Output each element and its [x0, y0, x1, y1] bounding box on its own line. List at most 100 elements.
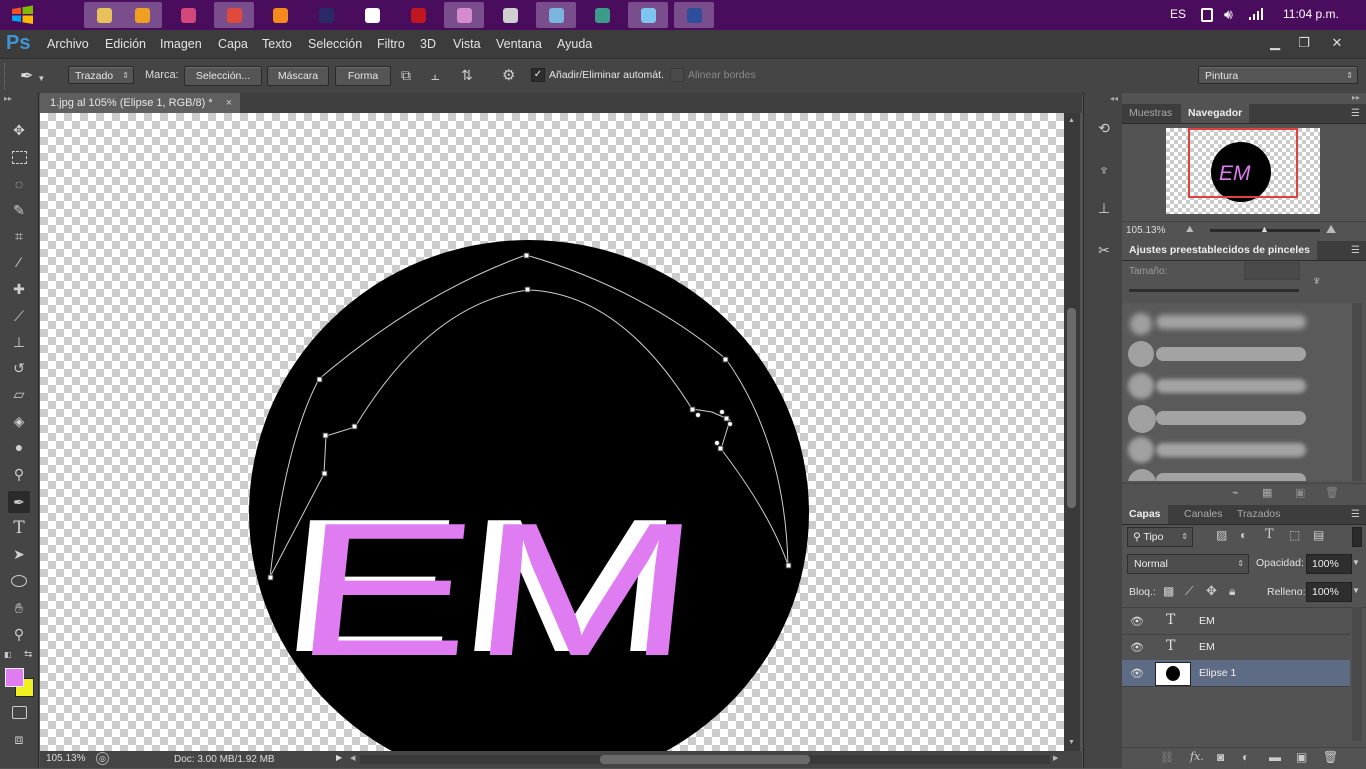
menu-archivo[interactable]: Archivo	[47, 37, 89, 51]
new-layer-icon[interactable]: ▣	[1296, 750, 1307, 764]
lock-transparency-icon[interactable]: ▩	[1163, 584, 1174, 598]
menu-capa[interactable]: Capa	[218, 37, 248, 51]
brain-app-icon[interactable]	[168, 2, 208, 28]
menu-seleccion[interactable]: Selección	[308, 37, 362, 51]
delete-layer-icon[interactable]: 🗑︎	[1323, 750, 1338, 764]
new-group-icon[interactable]: ▬	[1269, 750, 1281, 764]
tab-canales[interactable]: Canales	[1177, 505, 1230, 524]
tool-presets-panel-icon[interactable]: ✂︎	[1093, 239, 1115, 261]
chrome-icon[interactable]	[214, 2, 254, 28]
clone-source-panel-icon[interactable]: ⊥	[1093, 197, 1115, 219]
filter-adjustment-icon[interactable]: ◐	[1240, 528, 1247, 542]
notepad-icon[interactable]	[628, 2, 668, 28]
new-brush-icon[interactable]: ▣	[1295, 486, 1305, 499]
quick-selection-tool-icon[interactable]: ✎	[8, 199, 30, 221]
default-colors-icon[interactable]: ◧	[4, 650, 12, 659]
auto-add-checkbox[interactable]: ✓	[531, 68, 545, 82]
navigator-zoom-slider[interactable]: ▲	[1210, 224, 1320, 234]
brush-tool-icon[interactable]: ⟋	[8, 305, 30, 327]
arrow-app-icon[interactable]	[582, 2, 622, 28]
eraser-tool-icon[interactable]: ▱	[8, 383, 30, 405]
eye-icon[interactable]: 👁︎	[1130, 641, 1144, 654]
lock-all-icon[interactable]: 🔒︎	[1229, 584, 1235, 599]
workspace-select[interactable]: Pintura ⇕	[1198, 66, 1358, 84]
brush-preset-scrollbar[interactable]	[1352, 303, 1362, 481]
status-zoom[interactable]: 105.13%	[46, 753, 85, 764]
history-panel-icon[interactable]: ⟲	[1093, 117, 1115, 139]
dock-collapse-icon[interactable]: ◂◂	[1110, 94, 1118, 103]
close-tab-icon[interactable]: ×	[226, 93, 232, 113]
battery-icon[interactable]	[1201, 8, 1213, 22]
blend-mode-select[interactable]: Normal ⇕	[1127, 554, 1249, 574]
pen-tool-preset-icon[interactable]: ✒︎ ▼	[20, 66, 45, 86]
mask-button[interactable]: Máscara	[267, 66, 329, 86]
close-button[interactable]: ✕	[1320, 33, 1354, 53]
quick-mask-icon[interactable]	[8, 701, 30, 723]
keyboard-icon[interactable]	[536, 2, 576, 28]
opacity-dropdown-icon[interactable]: ▼	[1352, 558, 1360, 567]
menu-imagen[interactable]: Imagen	[160, 37, 202, 51]
music-app-icon[interactable]	[398, 2, 438, 28]
document-tab[interactable]: 1.jpg al 105% (Elipse 1, RGB/8) * ×	[40, 93, 240, 113]
layers-menu-icon[interactable]: ☰	[1351, 509, 1360, 520]
path-alignment-icon[interactable]: ⫠	[431, 67, 439, 84]
delete-brush-icon[interactable]: 🗑︎	[1325, 486, 1339, 499]
layer-row-elipse-1[interactable]: 👁︎ Elipse 1	[1122, 660, 1350, 687]
menu-ayuda[interactable]: Ayuda	[557, 37, 592, 51]
layers-scrollbar[interactable]	[1352, 607, 1362, 741]
layer-name[interactable]: EM	[1199, 641, 1215, 653]
paint-bucket-tool-icon[interactable]: ◈	[8, 410, 30, 432]
ellipse-tool-icon[interactable]	[8, 570, 30, 592]
shape-button[interactable]: Forma	[335, 66, 391, 86]
panels-collapse-icon[interactable]: ▸▸	[1352, 93, 1360, 102]
link-layers-icon[interactable]: ⛓︎	[1160, 751, 1174, 764]
layer-name[interactable]: EM	[1199, 615, 1215, 627]
paint-app-icon[interactable]	[444, 2, 484, 28]
tab-trazados[interactable]: Trazados	[1230, 505, 1287, 524]
signal-icon[interactable]	[1248, 8, 1264, 23]
volume-icon[interactable]: 🔊︎	[1224, 6, 1233, 23]
scroll-down-arrow[interactable]: ▼	[1068, 739, 1075, 746]
filter-smart-object-icon[interactable]: ▤	[1313, 528, 1324, 542]
illustrator-icon[interactable]	[260, 2, 300, 28]
hscroll-left-arrow[interactable]: ◀	[350, 754, 355, 762]
filter-pixel-icon[interactable]: ▨	[1216, 528, 1227, 542]
eye-icon[interactable]: 👁︎	[1130, 667, 1144, 680]
marquee-tool-icon[interactable]	[8, 146, 30, 168]
gear-icon[interactable]: ⚙︎	[502, 66, 515, 84]
layer-row-em-2[interactable]: 👁︎ T EM	[1122, 634, 1350, 661]
opacity-field[interactable]: 100%	[1306, 554, 1352, 574]
screen-mode-icon[interactable]: ⧈	[8, 728, 30, 750]
brush-size-field[interactable]	[1244, 262, 1300, 280]
media-player-icon[interactable]	[122, 2, 162, 28]
eyedropper-tool-icon[interactable]: ⁄	[8, 251, 30, 273]
filter-type-icon[interactable]: T	[1265, 527, 1274, 542]
blur-tool-icon[interactable]: ●	[8, 436, 30, 458]
menu-texto[interactable]: Texto	[262, 37, 292, 51]
windows-start-icon[interactable]	[8, 2, 42, 28]
add-mask-icon[interactable]: ◙	[1217, 750, 1224, 764]
brush-panel-toggle-icon[interactable]: ♆	[1312, 273, 1322, 288]
crop-tool-icon[interactable]: ⌗	[8, 225, 30, 247]
healing-brush-tool-icon[interactable]: ✚	[8, 278, 30, 300]
move-tool-icon[interactable]: ✥	[8, 119, 30, 141]
fill-dropdown-icon[interactable]: ▼	[1352, 586, 1360, 595]
menu-edicion[interactable]: Edición	[105, 37, 146, 51]
inkscape-icon[interactable]	[352, 2, 392, 28]
history-brush-tool-icon[interactable]: ↺	[8, 357, 30, 379]
zoom-out-icon[interactable]: ⛰	[1186, 224, 1194, 235]
tab-muestras[interactable]: Muestras	[1122, 104, 1179, 123]
canvas-horizontal-scrollbar[interactable]	[360, 755, 1050, 764]
scroll-thumb[interactable]	[1067, 308, 1076, 508]
fill-field[interactable]: 100%	[1306, 582, 1352, 602]
layer-name[interactable]: Elipse 1	[1199, 667, 1236, 679]
mode-select[interactable]: Trazado ⇕	[68, 66, 134, 84]
lock-pixels-icon[interactable]: ⟋	[1185, 584, 1193, 599]
hscroll-right-arrow[interactable]: ▶	[1053, 754, 1058, 762]
filter-shape-icon[interactable]: ⬚	[1289, 528, 1300, 542]
menu-3d[interactable]: 3D	[420, 37, 436, 51]
align-edges-checkbox[interactable]	[670, 68, 684, 82]
usb-icon[interactable]	[490, 2, 530, 28]
language-indicator[interactable]: ES	[1170, 7, 1186, 21]
layer-row-em-1[interactable]: 👁︎ T EM	[1122, 608, 1350, 635]
